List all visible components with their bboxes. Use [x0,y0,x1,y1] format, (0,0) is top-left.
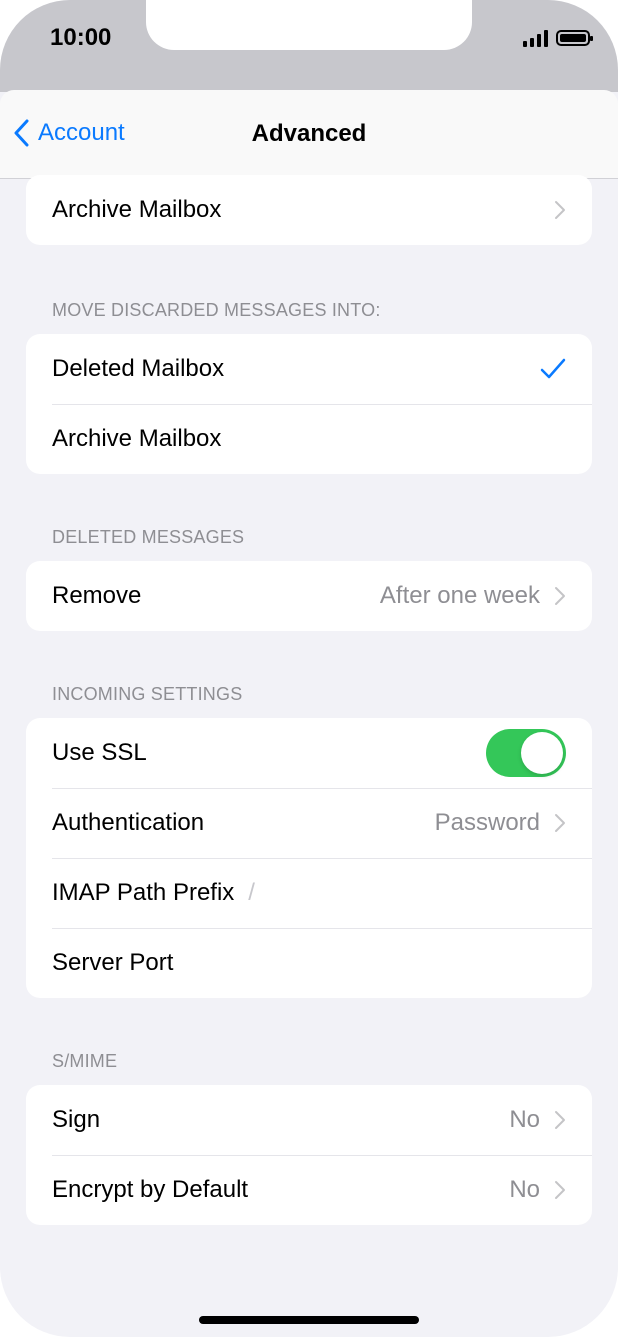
chevron-right-icon [554,813,566,833]
remove-value: After one week [379,582,540,609]
server-port-row[interactable]: Server Port [26,928,592,998]
imap-path-prefix-input[interactable]: / [248,879,255,907]
authentication-row[interactable]: Authentication Password [26,788,592,858]
row-label: IMAP Path Prefix [52,879,235,906]
page-title: Advanced [251,120,367,147]
row-label: Sign [52,1106,101,1133]
use-ssl-toggle[interactable] [486,729,566,777]
cellular-signal-icon [523,29,548,47]
navigation-bar: Account Advanced [0,90,618,179]
row-label: Encrypt by Default [52,1176,249,1203]
chevron-right-icon [554,1180,566,1200]
authentication-value: Password [434,809,540,836]
row-label: Deleted Mailbox [52,355,225,382]
status-time: 10:00 [50,24,112,51]
archive-mailbox-group: Archive Mailbox [26,175,592,245]
row-label: Remove [52,582,142,609]
imap-path-prefix-row[interactable]: IMAP Path Prefix / [26,858,592,928]
checkmark-icon [540,358,566,380]
settings-list[interactable]: Archive Mailbox MOVE DISCARDED MESSAGES … [0,175,618,1337]
discarded-section-header: MOVE DISCARDED MESSAGES INTO: [52,300,381,320]
encrypt-value: No [509,1176,540,1203]
sign-value: No [509,1106,540,1133]
archive-mailbox-row[interactable]: Archive Mailbox [26,175,592,245]
deleted-messages-group: Remove After one week [26,561,592,631]
discarded-group: Deleted Mailbox Archive Mailbox [26,334,592,474]
notch [146,0,472,50]
sign-row[interactable]: Sign No [26,1085,592,1155]
archive-mailbox-option-row[interactable]: Archive Mailbox [26,404,592,474]
smime-section-header: S/MIME [52,1051,118,1071]
status-bar: 10:00 [0,0,618,92]
chevron-right-icon [554,200,566,220]
chevron-right-icon [554,586,566,606]
battery-icon [556,30,593,46]
row-label: Use SSL [52,739,147,766]
deleted-messages-section-header: DELETED MESSAGES [52,527,245,547]
row-label: Authentication [52,809,205,836]
status-icons [523,28,593,48]
encrypt-by-default-row[interactable]: Encrypt by Default No [26,1155,592,1225]
phone-screen: 10:00 Account Advanced Archive Mailbox M… [0,0,618,1337]
incoming-settings-group: Use SSL Authentication Password IMAP Pat… [26,718,592,998]
smime-group: Sign No Encrypt by Default No [26,1085,592,1225]
row-label: Server Port [52,949,174,976]
home-indicator[interactable] [199,1316,419,1324]
row-label: Archive Mailbox [52,196,222,223]
row-label: Archive Mailbox [52,425,222,452]
remove-row[interactable]: Remove After one week [26,561,592,631]
deleted-mailbox-row[interactable]: Deleted Mailbox [26,334,592,404]
incoming-settings-section-header: INCOMING SETTINGS [52,684,243,704]
use-ssl-row: Use SSL [26,718,592,788]
chevron-right-icon [554,1110,566,1130]
